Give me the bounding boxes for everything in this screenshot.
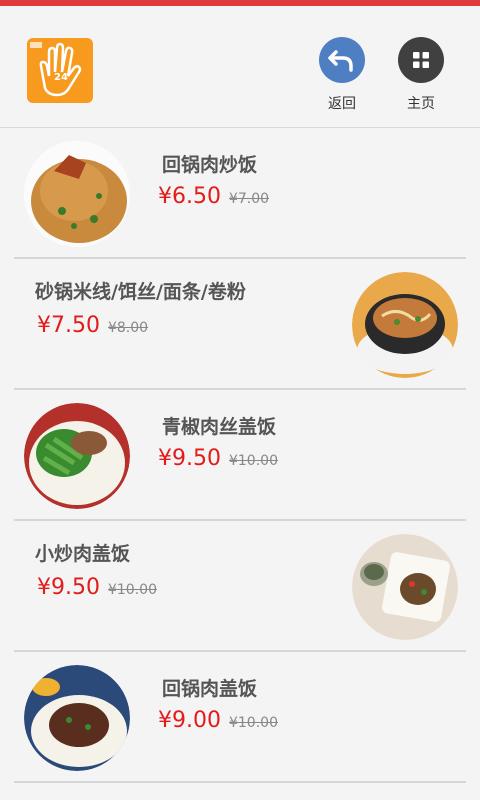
current-price: ¥7.50 — [37, 313, 100, 338]
back-button[interactable]: 返回 — [312, 37, 372, 113]
price-row: ¥9.50 ¥10.00 — [158, 446, 278, 471]
item-name: 回锅肉盖饭 — [162, 678, 258, 700]
original-price: ¥7.00 — [228, 191, 270, 207]
divider — [14, 781, 466, 783]
food-image — [24, 403, 130, 509]
original-price: ¥8.00 — [107, 320, 149, 336]
current-price: ¥9.50 — [158, 446, 221, 471]
food-image — [352, 534, 458, 640]
list-item[interactable]: 回锅肉炒饭 ¥6.50 ¥7.00 — [0, 128, 480, 259]
item-name: 砂锅米线/饵丝/面条/卷粉 — [35, 281, 246, 303]
original-price: ¥10.00 — [228, 453, 278, 469]
food-image — [24, 141, 130, 247]
food-image — [24, 665, 130, 771]
home-button[interactable]: 主页 — [391, 37, 451, 113]
price-row: ¥9.00 ¥10.00 — [158, 708, 278, 733]
current-price: ¥9.50 — [37, 575, 100, 600]
original-price: ¥10.00 — [228, 715, 278, 731]
price-row: ¥7.50 ¥8.00 — [37, 313, 148, 338]
home-label: 主页 — [407, 96, 435, 112]
hand-icon: 24 — [30, 42, 82, 97]
original-price: ¥10.00 — [107, 582, 157, 598]
list-item[interactable]: 回锅肉盖饭 ¥9.00 ¥10.00 — [0, 652, 480, 783]
grid-icon — [413, 52, 429, 68]
item-name: 小炒肉盖饭 — [35, 543, 131, 565]
current-price: ¥6.50 — [158, 184, 221, 209]
back-arrow-icon — [328, 50, 353, 72]
app-logo[interactable]: 24 — [27, 38, 93, 103]
svg-text:24: 24 — [54, 72, 68, 83]
list-item[interactable]: 小炒肉盖饭 ¥9.50 ¥10.00 — [0, 521, 480, 652]
item-name: 回锅肉炒饭 — [162, 154, 258, 176]
header: 24 返回 主页 — [0, 6, 480, 128]
price-row: ¥6.50 ¥7.00 — [158, 184, 269, 209]
item-name: 青椒肉丝盖饭 — [162, 416, 277, 438]
current-price: ¥9.00 — [158, 708, 221, 733]
list-item[interactable]: 砂锅米线/饵丝/面条/卷粉 ¥7.50 ¥8.00 — [0, 259, 480, 390]
list-item[interactable]: 青椒肉丝盖饭 ¥9.50 ¥10.00 — [0, 390, 480, 521]
price-row: ¥9.50 ¥10.00 — [37, 575, 157, 600]
menu-list: 回锅肉炒饭 ¥6.50 ¥7.00 砂锅米线/饵丝/面条/卷粉 ¥7.50 ¥8.0… — [0, 128, 480, 783]
back-label: 返回 — [328, 96, 356, 112]
food-image — [352, 272, 458, 378]
